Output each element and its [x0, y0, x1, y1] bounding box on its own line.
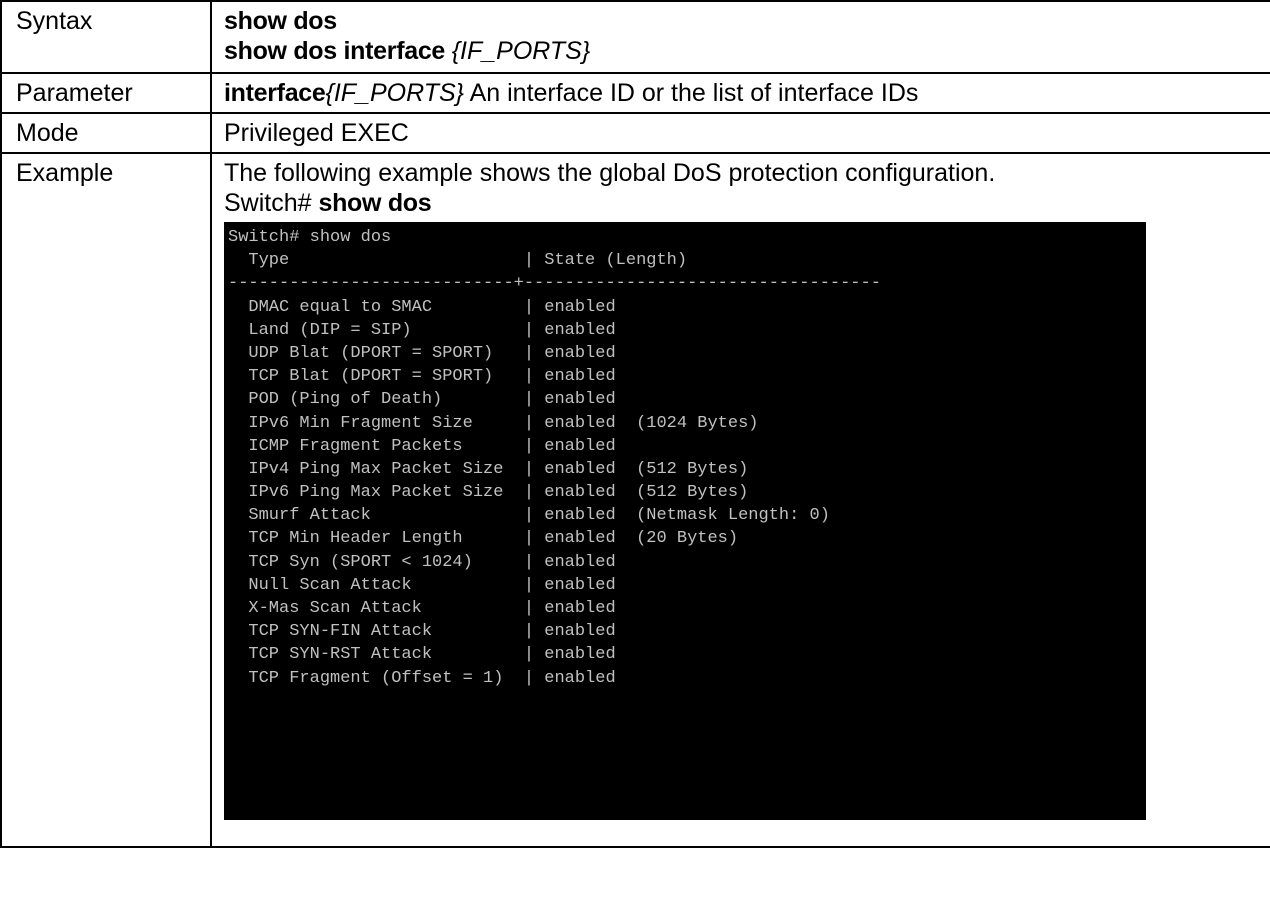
terminal-line: TCP Syn (SPORT < 1024) | enabled	[228, 552, 616, 572]
terminal-line: TCP Blat (DPORT = SPORT) | enabled	[228, 367, 616, 387]
syntax-line-1: show dos	[224, 7, 337, 35]
terminal-line: DMAC equal to SMAC | enabled	[228, 297, 616, 317]
parameter-label: Parameter	[0, 72, 212, 114]
example-description: The following example shows the global D…	[224, 159, 996, 187]
terminal-line: TCP Min Header Length | enabled (20 Byte…	[228, 529, 739, 549]
mode-value: Privileged EXEC	[210, 112, 1270, 154]
terminal-screenshot: Switch# show dos Type | State (Length) --…	[224, 222, 1146, 820]
terminal-line: TCP Fragment (Offset = 1) | enabled	[228, 668, 616, 688]
terminal-line: ----------------------------+-----------…	[228, 274, 881, 294]
terminal-line: IPv6 Min Fragment Size | enabled (1024 B…	[228, 413, 759, 433]
example-row: Example The following example shows the …	[0, 152, 1270, 848]
parameter-description: An interface ID or the list of interface…	[464, 79, 919, 107]
terminal-line: POD (Ping of Death) | enabled	[228, 390, 616, 410]
terminal-line: IPv4 Ping Max Packet Size | enabled (512…	[228, 459, 749, 479]
example-label: Example	[0, 152, 212, 848]
terminal-line: TCP SYN-RST Attack | enabled	[228, 645, 616, 665]
terminal-line: Land (DIP = SIP) | enabled	[228, 320, 616, 340]
syntax-line-2-placeholder: {IF_PORTS}	[451, 37, 591, 65]
parameter-value: interface{IF_PORTS} An interface ID or t…	[210, 72, 1270, 114]
terminal-line: TCP SYN-FIN Attack | enabled	[228, 622, 616, 642]
command-reference-table: Syntax show dos show dos interface {IF_P…	[0, 0, 1270, 848]
terminal-line: ICMP Fragment Packets | enabled	[228, 436, 616, 456]
example-value: The following example shows the global D…	[210, 152, 1270, 848]
terminal-line: UDP Blat (DPORT = SPORT) | enabled	[228, 343, 616, 363]
terminal-line: Smurf Attack | enabled (Netmask Length: …	[228, 506, 830, 526]
mode-row: Mode Privileged EXEC	[0, 112, 1270, 154]
mode-label: Mode	[0, 112, 212, 154]
syntax-line-2: show dos interface {IF_PORTS}	[224, 36, 1262, 66]
terminal-line: IPv6 Ping Max Packet Size | enabled (512…	[228, 483, 749, 503]
terminal-line: Null Scan Attack | enabled	[228, 575, 616, 595]
syntax-row: Syntax show dos show dos interface {IF_P…	[0, 0, 1270, 74]
example-prompt: Switch#	[224, 189, 319, 217]
terminal-line: Type | State (Length)	[228, 251, 688, 271]
example-command-line: Switch# show dos	[224, 188, 1262, 218]
syntax-line-2-command: show dos interface	[224, 37, 452, 65]
syntax-label: Syntax	[0, 0, 212, 74]
terminal-line: X-Mas Scan Attack | enabled	[228, 599, 616, 618]
parameter-row: Parameter interface{IF_PORTS} An interfa…	[0, 72, 1270, 114]
parameter-line: interface{IF_PORTS} An interface ID or t…	[224, 78, 1262, 108]
parameter-keyword: interface	[224, 79, 326, 107]
syntax-value: show dos show dos interface {IF_PORTS}	[210, 0, 1270, 74]
example-command: show dos	[318, 189, 432, 217]
parameter-placeholder: {IF_PORTS}	[325, 79, 465, 107]
terminal-line: Switch# show dos	[228, 228, 392, 247]
